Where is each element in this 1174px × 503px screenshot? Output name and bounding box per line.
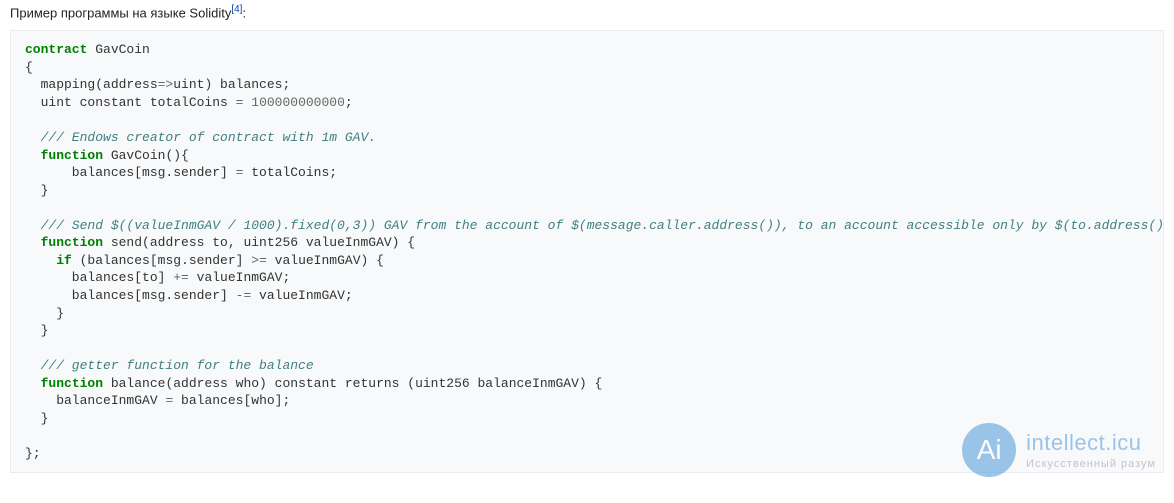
code-token: valueInmGAV; [189,270,290,285]
code-token: balances[to] [25,270,173,285]
code-token [25,148,41,163]
code-token [25,235,41,250]
code-token: 100000000000 [251,95,345,110]
code-token: ; [345,95,353,110]
code-token: valueInmGAV; [251,288,352,303]
code-token: uint) balances; [173,77,290,92]
code-token: => [158,77,174,92]
code-comment: /// Send $((valueInmGAV / 1000).fixed(0,… [25,218,1164,233]
intro-colon: : [242,5,246,20]
code-token: -= [236,288,252,303]
code-token: }; [25,446,41,461]
code-token: (balances[msg.sender] [72,253,251,268]
code-token: uint constant totalCoins [25,95,236,110]
code-token: += [173,270,189,285]
code-token: totalCoins; [243,165,337,180]
code-token: balances[who]; [173,393,290,408]
code-token: } [25,323,48,338]
code-token: { [25,60,33,75]
code-token: balances[msg.sender] [25,165,236,180]
code-token: valueInmGAV) { [267,253,384,268]
code-token: function [41,235,103,250]
code-token: } [25,306,64,321]
code-token: function [41,148,103,163]
intro-paragraph: Пример программы на языке Solidity[4]: [10,4,1164,20]
code-token [25,376,41,391]
code-token [25,253,56,268]
code-token: mapping(address [25,77,158,92]
code-comment: /// getter function for the balance [25,358,314,373]
code-token: balance(address who) constant returns (u… [103,376,602,391]
code-token: function [41,376,103,391]
code-token: balanceInmGAV [25,393,165,408]
reference-link[interactable]: [4] [231,4,242,15]
code-token: contract [25,42,87,57]
code-token: send(address to, uint256 valueInmGAV) { [103,235,415,250]
code-token: >= [251,253,267,268]
code-token: if [56,253,72,268]
code-comment: /// Endows creator of contract with 1m G… [25,130,376,145]
code-token: } [25,183,48,198]
code-token: GavCoin(){ [103,148,189,163]
code-block: contract GavCoin { mapping(address=>uint… [10,30,1164,473]
code-token: } [25,411,48,426]
intro-text: Пример программы на языке Solidity [10,5,231,20]
code-token: GavCoin [87,42,149,57]
code-token: balances[msg.sender] [25,288,236,303]
